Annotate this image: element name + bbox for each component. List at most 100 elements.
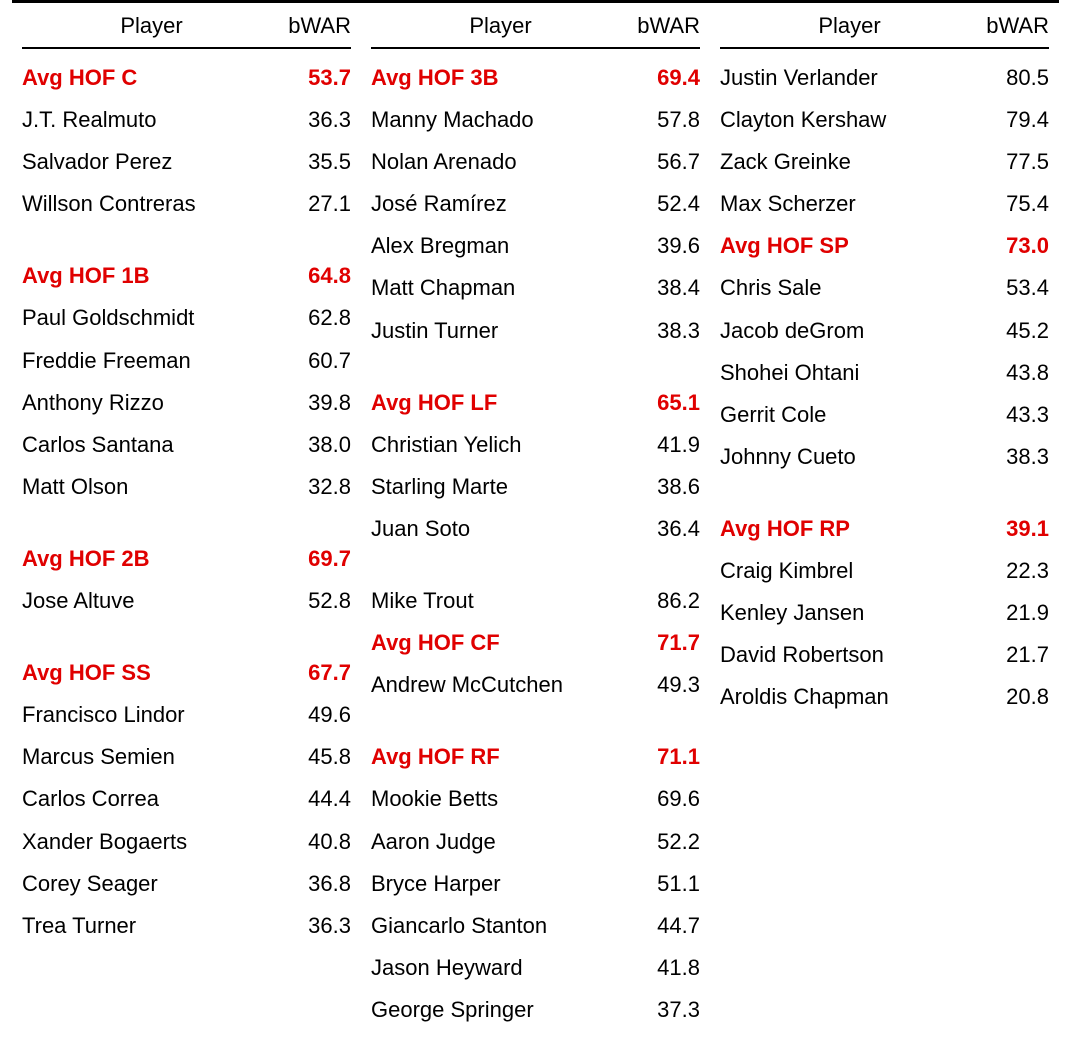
hof-label: Avg HOF 2B [22,542,281,576]
player-name: Johnny Cueto [720,440,979,474]
bwar-value: 21.9 [979,596,1049,630]
player-name: Giancarlo Stanton [371,909,630,943]
player-name: Marcus Semien [22,740,281,774]
bwar-value: 56.7 [630,145,700,179]
player-row: David Robertson21.7 [720,634,1049,676]
bwar-value: 38.3 [630,314,700,348]
player-name: Matt Olson [22,470,281,504]
player-row: Trea Turner36.3 [22,905,351,947]
bwar-value: 62.8 [281,301,351,335]
player-row: George Springer37.3 [371,989,700,1031]
player-row: Shohei Ohtani43.8 [720,352,1049,394]
spacer [22,622,351,652]
player-row: Christian Yelich41.9 [371,424,700,466]
bwar-value: 32.8 [281,470,351,504]
bwar-value: 38.3 [979,440,1049,474]
player-row: Mike Trout86.2 [371,580,700,622]
player-name: Mookie Betts [371,782,630,816]
player-name: Max Scherzer [720,187,979,221]
player-name: Anthony Rizzo [22,386,281,420]
player-row: Anthony Rizzo39.8 [22,382,351,424]
bwar-value: 37.3 [630,993,700,1027]
player-name: Craig Kimbrel [720,554,979,588]
player-name: Gerrit Cole [720,398,979,432]
header-bwar: bWAR [979,13,1049,39]
bwar-value: 20.8 [979,680,1049,714]
player-name: Aroldis Chapman [720,680,979,714]
bwar-value: 27.1 [281,187,351,221]
player-name: Andrew McCutchen [371,668,630,702]
player-row: Alex Bregman39.6 [371,225,700,267]
bwar-value: 49.6 [281,698,351,732]
player-name: Jacob deGrom [720,314,979,348]
player-row: Paul Goldschmidt62.8 [22,297,351,339]
header-bwar: bWAR [281,13,351,39]
column-header: PlayerbWAR [22,3,351,49]
player-row: Corey Seager36.8 [22,863,351,905]
player-row: Max Scherzer75.4 [720,183,1049,225]
player-name: Chris Sale [720,271,979,305]
hof-average-row: Avg HOF 2B69.7 [22,538,351,580]
hof-average-row: Avg HOF LF65.1 [371,382,700,424]
player-row: Francisco Lindor49.6 [22,694,351,736]
bwar-value: 67.7 [281,656,351,690]
bwar-value: 38.4 [630,271,700,305]
player-name: Xander Bogaerts [22,825,281,859]
bwar-value: 36.4 [630,512,700,546]
bwar-value: 44.4 [281,782,351,816]
player-name: Paul Goldschmidt [22,301,281,335]
bwar-value: 69.4 [630,61,700,95]
bwar-value: 36.8 [281,867,351,901]
player-name: Aaron Judge [371,825,630,859]
bwar-value: 41.8 [630,951,700,985]
player-row: Andrew McCutchen49.3 [371,664,700,706]
player-name: Justin Turner [371,314,630,348]
player-name: George Springer [371,993,630,1027]
player-row: Justin Turner38.3 [371,310,700,352]
hof-average-row: Avg HOF 3B69.4 [371,57,700,99]
player-name: Nolan Arenado [371,145,630,179]
player-row: Marcus Semien45.8 [22,736,351,778]
player-row: Carlos Correa44.4 [22,778,351,820]
hof-average-row: Avg HOF RP39.1 [720,508,1049,550]
bwar-value: 36.3 [281,909,351,943]
bwar-value: 22.3 [979,554,1049,588]
hof-average-row: Avg HOF RF71.1 [371,736,700,778]
hof-label: Avg HOF C [22,61,281,95]
bwar-value: 39.8 [281,386,351,420]
player-name: Justin Verlander [720,61,979,95]
hof-label: Avg HOF CF [371,626,630,660]
bwar-value: 41.9 [630,428,700,462]
player-name: Jason Heyward [371,951,630,985]
player-name: Francisco Lindor [22,698,281,732]
player-row: Matt Olson32.8 [22,466,351,508]
hof-label: Avg HOF SS [22,656,281,690]
player-name: Willson Contreras [22,187,281,221]
player-row: Johnny Cueto38.3 [720,436,1049,478]
bwar-value: 49.3 [630,668,700,702]
hof-bwar-table: PlayerbWARAvg HOF C53.7J.T. Realmuto36.3… [0,0,1071,1061]
bwar-value: 71.7 [630,626,700,660]
player-row: José Ramírez52.4 [371,183,700,225]
player-row: Gerrit Cole43.3 [720,394,1049,436]
player-name: David Robertson [720,638,979,672]
player-name: Alex Bregman [371,229,630,263]
hof-label: Avg HOF 3B [371,61,630,95]
player-name: Zack Greinke [720,145,979,179]
spacer [371,352,700,382]
player-name: Carlos Correa [22,782,281,816]
player-row: Freddie Freeman60.7 [22,340,351,382]
player-row: Xander Bogaerts40.8 [22,821,351,863]
bwar-value: 77.5 [979,145,1049,179]
player-name: Kenley Jansen [720,596,979,630]
spacer [720,478,1049,508]
player-row: Jacob deGrom45.2 [720,310,1049,352]
bwar-value: 65.1 [630,386,700,420]
hof-label: Avg HOF RF [371,740,630,774]
player-name: Salvador Perez [22,145,281,179]
column-header: PlayerbWAR [371,3,700,49]
player-row: Giancarlo Stanton44.7 [371,905,700,947]
bwar-value: 21.7 [979,638,1049,672]
player-name: Christian Yelich [371,428,630,462]
player-name: Clayton Kershaw [720,103,979,137]
